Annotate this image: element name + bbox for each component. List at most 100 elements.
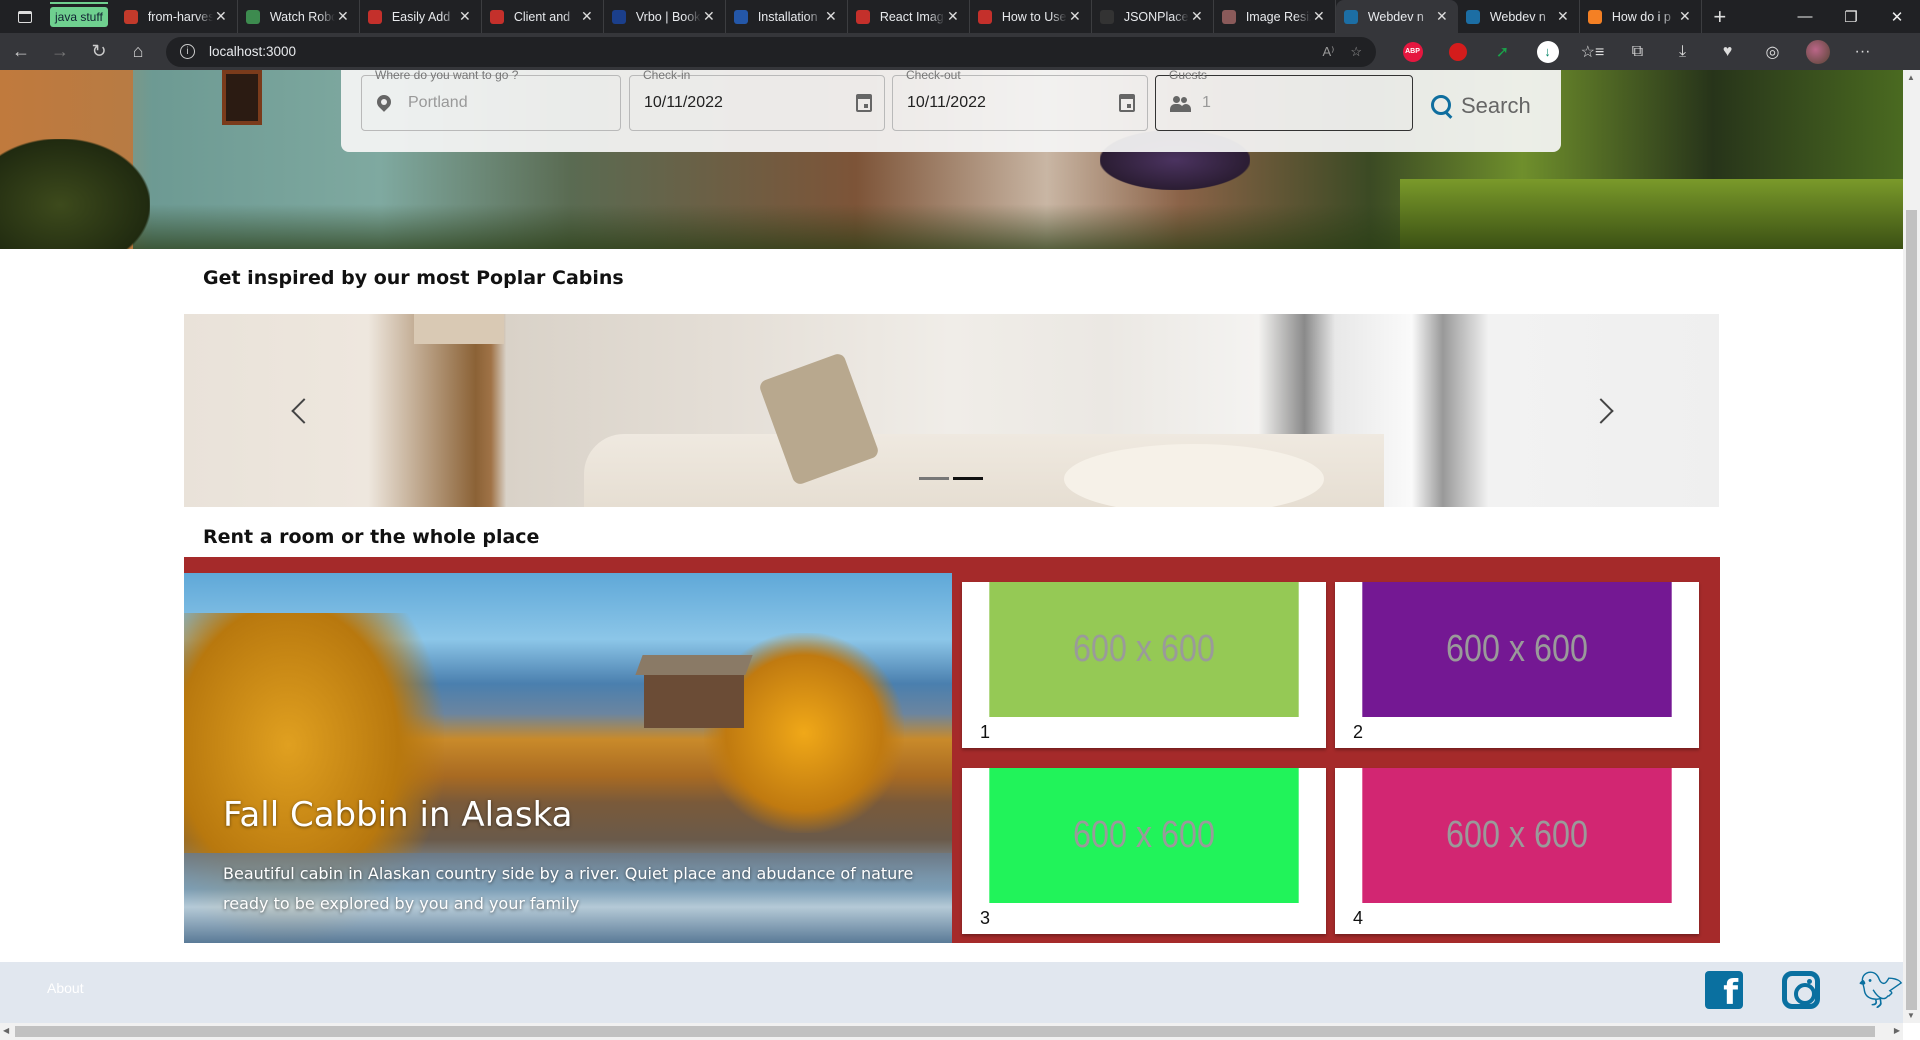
carousel-prev-arrow[interactable] <box>289 394 309 428</box>
placeholder-image: 600 x 600 <box>1362 582 1672 717</box>
downloads-icon[interactable]: ⤓ <box>1660 37 1705 67</box>
destination-input[interactable]: Portland <box>408 94 468 112</box>
restore-button[interactable]: ❐ <box>1828 0 1874 33</box>
vertical-scroll-thumb[interactable] <box>1906 210 1917 1010</box>
close-tab-icon[interactable]: ✕ <box>1677 8 1693 25</box>
close-tab-icon[interactable]: ✕ <box>945 8 961 25</box>
new-tab-button[interactable]: + <box>1702 4 1738 30</box>
checkout-input[interactable]: 10/11/2022 <box>907 94 986 112</box>
vertical-scrollbar[interactable]: ▲ ▼ <box>1903 70 1920 1023</box>
adblock-plus-extension[interactable]: ABP <box>1390 37 1435 67</box>
tab-title: Webdev n <box>1367 9 1424 24</box>
site-info-icon[interactable]: i <box>180 44 195 59</box>
scroll-left-arrow[interactable]: ◀ <box>3 1026 9 1035</box>
browser-toolbar: ← → ↻ ⌂ i localhost:3000 A⁾ ☆ ABP ➚ ↓ ☆≡… <box>0 33 1920 70</box>
calendar-icon[interactable] <box>856 94 872 112</box>
close-tab-icon[interactable]: ✕ <box>1311 8 1327 25</box>
close-tab-icon[interactable]: ✕ <box>1067 8 1083 25</box>
collections-icon[interactable]: ⧉ <box>1615 37 1660 67</box>
search-icon <box>1431 95 1453 117</box>
checkout-field[interactable]: Check-out 10/11/2022 <box>892 68 1148 131</box>
placeholder-image: 600 x 600 <box>989 768 1299 903</box>
carousel-next-arrow[interactable] <box>1594 394 1614 428</box>
guests-input[interactable]: 1 <box>1202 94 1211 112</box>
scroll-up-arrow[interactable]: ▲ <box>1907 73 1915 82</box>
tab-title: Installation <box>757 9 818 24</box>
profile-avatar[interactable] <box>1795 37 1840 67</box>
close-tab-icon[interactable]: ✕ <box>823 8 839 25</box>
back-icon[interactable]: ← <box>3 37 39 67</box>
tab-title: How to Use <box>1001 9 1067 24</box>
listing-card[interactable]: 600 x 600 2 <box>1335 582 1699 748</box>
twitter-icon[interactable]: 🐦︎ <box>1858 971 1904 1009</box>
youtube-icon <box>489 9 504 24</box>
browser-tab[interactable]: Installation ✕ <box>726 0 848 33</box>
more-menu-icon[interactable]: ··· <box>1840 37 1885 67</box>
forward-icon[interactable]: → <box>42 37 78 67</box>
close-tab-icon[interactable]: ✕ <box>1434 8 1450 25</box>
close-tab-icon[interactable]: ✕ <box>213 8 229 25</box>
browser-tab[interactable]: Client and ✕ <box>482 0 604 33</box>
carousel-indicator[interactable] <box>953 477 983 480</box>
browser-essentials-icon[interactable]: ♥ <box>1705 37 1750 67</box>
read-aloud-icon[interactable]: A⁾ <box>1322 44 1334 60</box>
browser-tab[interactable]: Image Resizer✕ <box>1214 0 1336 33</box>
browser-tab[interactable]: Easily Add ✕ <box>360 0 482 33</box>
tab-title: React Image <box>879 9 945 24</box>
address-bar[interactable]: i localhost:3000 A⁾ ☆ <box>166 36 1376 67</box>
browser-tab[interactable]: JSONPlaceholder✕ <box>1092 0 1214 33</box>
cabin-carousel <box>184 314 1719 507</box>
home-icon[interactable]: ⌂ <box>120 37 156 67</box>
close-tab-icon[interactable]: ✕ <box>457 8 473 25</box>
browser-tab[interactable]: Webdev n ✕ <box>1458 0 1580 33</box>
favorites-icon[interactable]: ☆≡ <box>1570 37 1615 67</box>
youtube-icon <box>367 9 382 24</box>
horizontal-scrollbar[interactable]: ◀ ▶ <box>0 1023 1903 1040</box>
carousel-indicator[interactable] <box>919 477 949 480</box>
scroll-right-arrow[interactable]: ▶ <box>1894 1026 1900 1035</box>
close-tab-icon[interactable]: ✕ <box>335 8 351 25</box>
add-favorite-icon[interactable]: ☆ <box>1350 44 1362 60</box>
about-link[interactable]: About <box>47 980 84 996</box>
screenshot-icon[interactable]: ◎ <box>1750 37 1795 67</box>
browser-tab[interactable]: from-harvest ✕ <box>116 0 238 33</box>
checkin-field[interactable]: Check-in 10/11/2022 <box>629 68 885 131</box>
browser-tab[interactable]: Vrbo | Book ✕ <box>604 0 726 33</box>
tab-actions-icon[interactable] <box>0 0 50 33</box>
tab-title: How do i p <box>1611 9 1671 24</box>
stop-extension-icon[interactable] <box>1435 37 1480 67</box>
scroll-down-arrow[interactable]: ▼ <box>1907 1011 1915 1020</box>
browser-tab[interactable]: Webdev n ✕ <box>1335 0 1458 33</box>
close-tab-icon[interactable]: ✕ <box>1189 8 1205 25</box>
browser-tab[interactable]: Watch Robots✕ <box>238 0 360 33</box>
tab-title: Image Resizer <box>1245 9 1311 24</box>
url-text[interactable]: localhost:3000 <box>209 44 296 59</box>
destination-field[interactable]: Where do you want to go ? Portland <box>361 68 621 131</box>
listing-card[interactable]: 600 x 600 1 <box>962 582 1326 748</box>
instagram-icon[interactable] <box>1782 971 1820 1009</box>
search-button[interactable]: Search <box>1431 88 1531 124</box>
close-window-button[interactable]: ✕ <box>1874 0 1920 33</box>
listing-card[interactable]: 600 x 600 4 <box>1335 768 1699 934</box>
green-arrow-extension-icon[interactable]: ➚ <box>1480 37 1525 67</box>
calendar-icon[interactable] <box>1119 94 1135 112</box>
stackoverflow-icon <box>1587 9 1602 24</box>
horizontal-scroll-thumb[interactable] <box>15 1026 1875 1037</box>
tab-title: Webdev n <box>1489 9 1546 24</box>
browser-tab[interactable]: How to Use ✕ <box>970 0 1092 33</box>
listing-card[interactable]: 600 x 600 3 <box>962 768 1326 934</box>
facebook-icon[interactable]: f <box>1705 971 1743 1009</box>
close-tab-icon[interactable]: ✕ <box>1555 8 1571 25</box>
featured-cabin[interactable]: Fall Cabbin in Alaska Beautiful cabin in… <box>184 573 952 943</box>
close-tab-icon[interactable]: ✕ <box>701 8 717 25</box>
card-label: 1 <box>980 722 991 742</box>
reload-icon[interactable]: ↻ <box>81 37 117 67</box>
guests-field[interactable]: Guests 1 <box>1155 68 1413 131</box>
minimize-button[interactable]: — <box>1782 0 1828 33</box>
download-extension-icon[interactable]: ↓ <box>1525 37 1570 67</box>
close-tab-icon[interactable]: ✕ <box>579 8 595 25</box>
checkin-input[interactable]: 10/11/2022 <box>644 94 723 112</box>
browser-tab[interactable]: How do i p ✕ <box>1580 0 1702 33</box>
browser-tab[interactable]: React Image ✕ <box>848 0 970 33</box>
tab-group-label[interactable]: java stuff <box>50 1 108 27</box>
